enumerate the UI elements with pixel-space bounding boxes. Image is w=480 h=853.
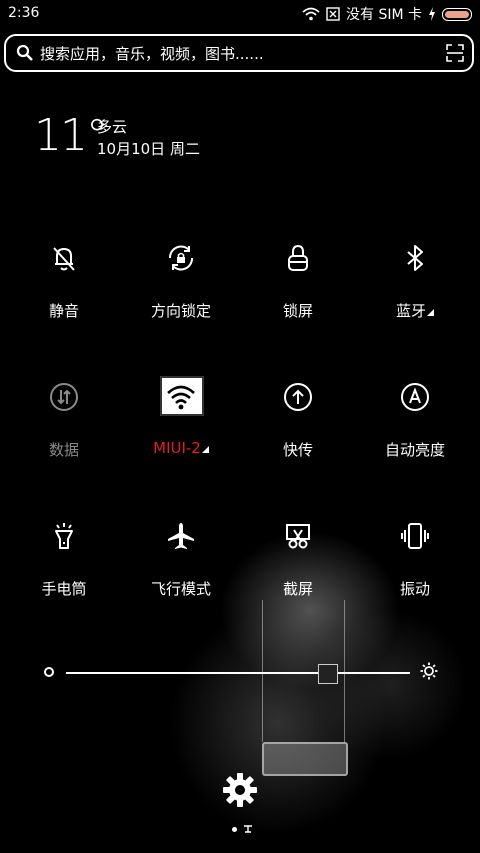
page-dot-active <box>232 826 237 832</box>
page-indicator <box>232 824 253 834</box>
toggle-label: 飞行模式 <box>150 580 211 598</box>
search-bar[interactable]: 搜索应用，音乐，视频，图书...... <box>4 34 474 72</box>
toggle-wifi[interactable]: MIUI-2 <box>121 376 241 482</box>
toggle-mute[interactable]: 静音 <box>4 243 124 343</box>
expand-triangle-icon <box>201 446 209 453</box>
toggle-label: 自动亮度 <box>384 441 445 459</box>
toggle-airplane-mode[interactable]: 飞行模式 <box>121 521 241 621</box>
toggle-label: 锁屏 <box>282 302 313 320</box>
toggle-label: 手电筒 <box>41 580 87 598</box>
toggle-flashlight[interactable]: 手电筒 <box>4 521 124 621</box>
toggle-label: 截屏 <box>282 580 313 598</box>
swing-rope-right <box>344 600 345 742</box>
brightness-slider-track[interactable] <box>66 672 410 674</box>
settings-gear-icon[interactable] <box>222 772 258 808</box>
rotation-lock-icon <box>168 245 194 271</box>
expand-triangle-icon <box>427 309 434 316</box>
status-bar: 2:36 没有 SIM 卡 <box>0 0 480 28</box>
toggle-bluetooth[interactable]: 蓝牙 <box>355 243 475 343</box>
auto-brightness-icon <box>401 383 429 411</box>
toggle-lock-screen[interactable]: 锁屏 <box>238 243 358 343</box>
toggle-label-text: 蓝牙 <box>395 302 426 320</box>
no-sim-icon <box>326 7 340 21</box>
weather-temperature[interactable]: 11° <box>34 110 108 161</box>
toggle-label: 快传 <box>282 441 313 459</box>
toggle-rotation-lock[interactable]: 方向锁定 <box>121 243 241 343</box>
toggle-quick-transfer[interactable]: 快传 <box>238 382 358 482</box>
swing-seat <box>262 742 348 776</box>
sim-status-text: 没有 SIM 卡 <box>346 7 422 23</box>
wifi-icon <box>167 385 195 410</box>
vibrate-icon <box>401 523 429 549</box>
toggle-label: MIUI-2 <box>121 439 241 457</box>
toggle-label: 振动 <box>399 580 430 598</box>
toggle-mobile-data[interactable]: 数据 <box>4 382 124 482</box>
flashlight-icon <box>55 523 73 549</box>
swing-rope-left <box>262 600 263 742</box>
brightness-min-icon <box>44 667 54 677</box>
weather-date: 10月10日 周二 <box>97 140 200 158</box>
status-icons: 没有 SIM 卡 <box>302 4 472 24</box>
lock-icon <box>288 244 308 271</box>
toggle-label: 蓝牙 <box>355 300 475 321</box>
toggle-label: 方向锁定 <box>150 302 211 320</box>
brightness-max-icon <box>420 662 438 680</box>
control-center-screen: 2:36 没有 SIM 卡 搜索应用，音乐，视频，图书...... 11° 多云… <box>0 0 480 853</box>
scan-icon[interactable] <box>446 44 464 62</box>
toggle-vibrate[interactable]: 振动 <box>355 521 475 621</box>
toggle-label: 静音 <box>48 302 79 320</box>
search-icon <box>16 44 33 61</box>
search-input[interactable]: 搜索应用，音乐，视频，图书...... <box>40 43 446 64</box>
quick-transfer-icon <box>284 383 312 411</box>
mobile-data-icon <box>50 383 78 411</box>
battery-icon <box>442 7 472 21</box>
toggle-auto-brightness[interactable]: 自动亮度 <box>355 382 475 482</box>
toggle-screenshot[interactable]: 截屏 <box>238 521 358 621</box>
bell-off-icon <box>53 247 75 271</box>
charging-bolt-icon <box>429 7 435 21</box>
brightness-slider-thumb[interactable] <box>318 664 339 684</box>
weather-condition: 多云 <box>97 118 128 136</box>
airplane-icon <box>168 523 194 549</box>
page-dot-settings-icon <box>244 825 252 833</box>
toggle-label-text: MIUI-2 <box>153 439 201 457</box>
wifi-signal-icon <box>302 7 320 21</box>
status-time: 2:36 <box>8 5 40 21</box>
toggle-label: 数据 <box>48 441 79 459</box>
screenshot-icon <box>286 524 310 549</box>
bluetooth-icon <box>407 245 423 271</box>
